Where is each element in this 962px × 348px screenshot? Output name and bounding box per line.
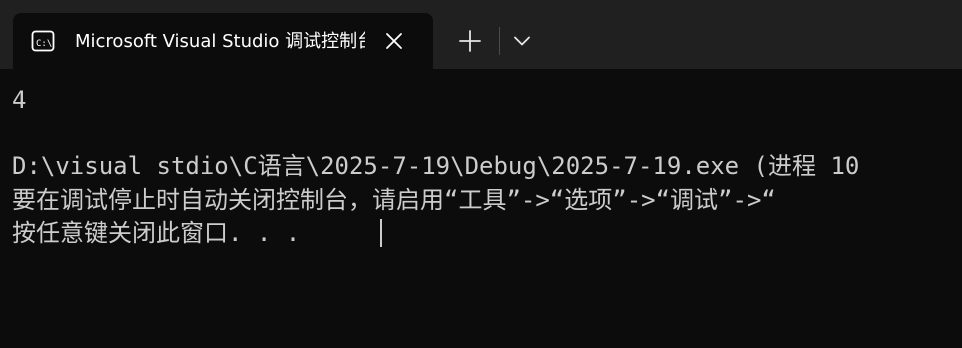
console-icon: C:\ bbox=[31, 30, 55, 52]
svg-text:C:\: C:\ bbox=[36, 39, 52, 49]
title-bar: C:\ Microsoft Visual Studio 调试控制台 bbox=[0, 0, 962, 69]
console-line: 要在调试停止时自动关闭控制台，请启用“工具”->“选项”->“调试”->“ bbox=[12, 186, 776, 214]
console-output[interactable]: 4 D:\visual stdio\C语言\2025-7-19\Debug\20… bbox=[0, 69, 962, 348]
chevron-down-icon[interactable] bbox=[510, 29, 534, 53]
toolbar-divider bbox=[499, 27, 500, 55]
tab-title: Microsoft Visual Studio 调试控制台 bbox=[75, 31, 365, 52]
terminal-window: C:\ Microsoft Visual Studio 调试控制台 4 D:\v… bbox=[0, 0, 962, 348]
plus-icon[interactable] bbox=[456, 27, 484, 55]
console-line: 4 bbox=[12, 86, 27, 114]
tab-debug-console[interactable]: C:\ Microsoft Visual Studio 调试控制台 bbox=[13, 13, 433, 69]
close-icon[interactable] bbox=[384, 31, 404, 51]
console-line: 按任意键关闭此窗口. . . bbox=[12, 219, 301, 247]
console-line: D:\visual stdio\C语言\2025-7-19\Debug\2025… bbox=[12, 152, 860, 180]
text-cursor bbox=[380, 219, 382, 247]
